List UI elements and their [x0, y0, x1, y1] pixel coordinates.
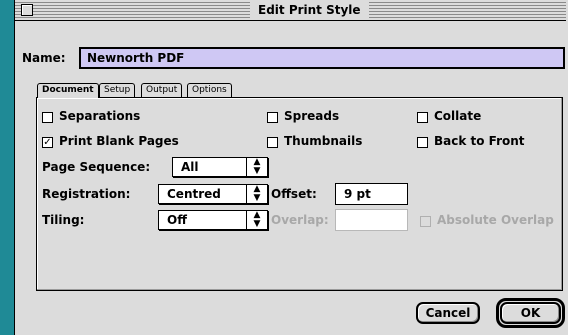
tab-setup[interactable]: Setup: [99, 83, 136, 97]
tiling-popup[interactable]: Off ▲ ▼: [158, 210, 268, 230]
popup-arrows-icon: ▲ ▼: [246, 158, 267, 176]
registration-value: Centred: [167, 187, 221, 201]
tab-document[interactable]: Document: [37, 83, 99, 98]
thumbnails-checkbox[interactable]: [267, 137, 278, 148]
thumbnails-label: Thumbnails: [284, 134, 363, 148]
page-sequence-value: All: [181, 160, 199, 174]
overlap-label: Overlap:: [271, 213, 329, 227]
page-sequence-popup[interactable]: All ▲ ▼: [172, 157, 268, 177]
registration-label: Registration:: [42, 187, 131, 201]
title-bar[interactable]: Edit Print Style: [15, 0, 566, 21]
popup-arrows-icon: ▲ ▼: [246, 185, 267, 203]
print-blank-pages-checkbox[interactable]: ✓: [42, 137, 53, 148]
page-sequence-label: Page Sequence:: [42, 160, 151, 174]
collate-label: Collate: [434, 109, 482, 123]
edit-print-style-dialog: Edit Print Style Name: Newnorth PDF Docu…: [14, 0, 566, 335]
popup-arrows-icon: ▲ ▼: [246, 211, 267, 229]
overlap-field[interactable]: [335, 209, 408, 231]
desktop-edge: [0, 0, 14, 335]
absolute-overlap-checkbox[interactable]: [420, 216, 431, 227]
collate-checkbox[interactable]: [417, 112, 428, 123]
separations-label: Separations: [59, 109, 141, 123]
separations-checkbox[interactable]: [42, 112, 53, 123]
registration-popup[interactable]: Centred ▲ ▼: [158, 184, 268, 204]
print-blank-pages-label: Print Blank Pages: [59, 134, 179, 148]
offset-field[interactable]: 9 pt: [335, 183, 408, 205]
ok-button[interactable]: OK: [500, 302, 561, 324]
tab-output[interactable]: Output: [141, 83, 183, 97]
close-box[interactable]: [21, 4, 33, 16]
tab-options[interactable]: Options: [187, 83, 232, 97]
back-to-front-checkbox[interactable]: [417, 137, 428, 148]
name-field[interactable]: Newnorth PDF: [79, 47, 565, 69]
window-title: Edit Print Style: [250, 2, 369, 18]
offset-label: Offset:: [271, 187, 317, 201]
absolute-overlap-label: Absolute Overlap: [437, 213, 554, 227]
tiling-label: Tiling:: [42, 213, 85, 227]
spreads-checkbox[interactable]: [267, 112, 278, 123]
back-to-front-label: Back to Front: [434, 134, 525, 148]
name-label: Name:: [22, 51, 66, 65]
cancel-button[interactable]: Cancel: [416, 302, 480, 324]
spreads-label: Spreads: [284, 109, 340, 123]
tiling-value: Off: [167, 213, 187, 227]
